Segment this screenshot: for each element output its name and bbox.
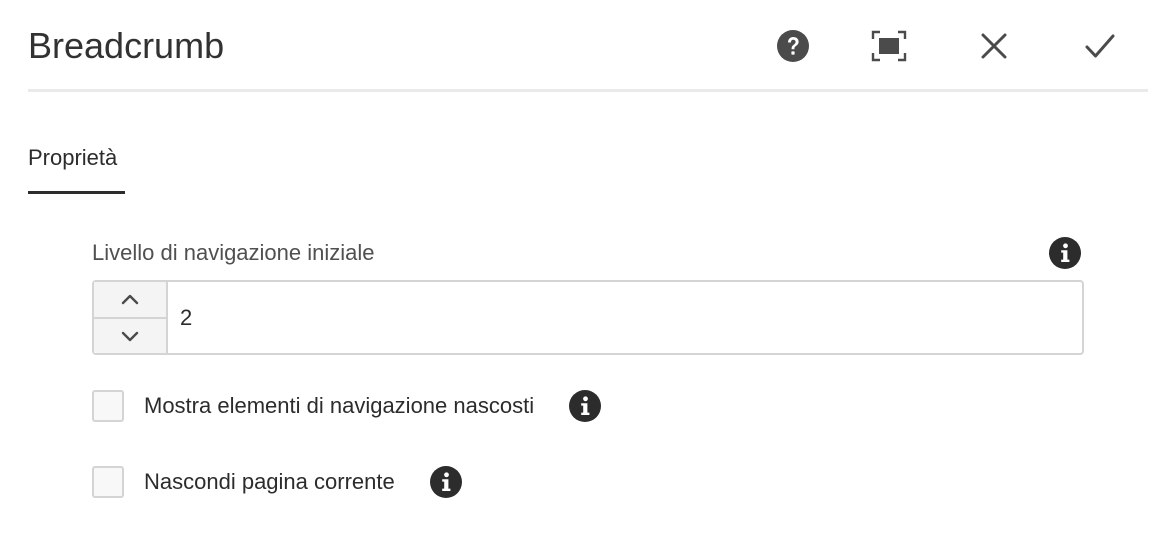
tab-list: Proprietà bbox=[28, 130, 125, 194]
info-icon[interactable] bbox=[568, 389, 602, 423]
checkmark-icon bbox=[1085, 34, 1115, 58]
chevron-up-icon bbox=[121, 294, 139, 305]
close-icon bbox=[981, 33, 1007, 59]
chevron-down-icon bbox=[121, 331, 139, 341]
show-hidden-row: Mostra elementi di navigazione nascosti bbox=[92, 387, 602, 425]
dialog-title: Breadcrumb bbox=[28, 25, 225, 66]
info-icon[interactable] bbox=[1048, 236, 1082, 270]
start-level-input[interactable] bbox=[180, 282, 1060, 353]
stepper-buttons bbox=[94, 282, 168, 353]
show-hidden-checkbox[interactable] bbox=[92, 390, 124, 422]
hide-current-label: Nascondi pagina corrente bbox=[144, 469, 395, 494]
tab-proprieta[interactable]: Proprietà bbox=[28, 130, 125, 194]
decrement-button[interactable] bbox=[94, 319, 166, 353]
done-button[interactable] bbox=[1076, 22, 1124, 70]
increment-button[interactable] bbox=[94, 282, 166, 319]
hide-current-row: Nascondi pagina corrente bbox=[92, 463, 463, 501]
cancel-button[interactable] bbox=[970, 22, 1018, 70]
fullscreen-button[interactable] bbox=[865, 22, 913, 70]
start-level-label: Livello di navigazione iniziale bbox=[92, 240, 375, 265]
info-icon[interactable] bbox=[429, 465, 463, 499]
hide-current-checkbox[interactable] bbox=[92, 466, 124, 498]
dialog-header: Breadcrumb bbox=[28, 0, 1148, 92]
help-button[interactable] bbox=[769, 22, 817, 70]
show-hidden-label: Mostra elementi di navigazione nascosti bbox=[144, 393, 535, 418]
fullscreen-icon bbox=[871, 30, 907, 62]
help-circle-icon bbox=[777, 30, 809, 62]
start-level-stepper[interactable] bbox=[92, 280, 1084, 355]
